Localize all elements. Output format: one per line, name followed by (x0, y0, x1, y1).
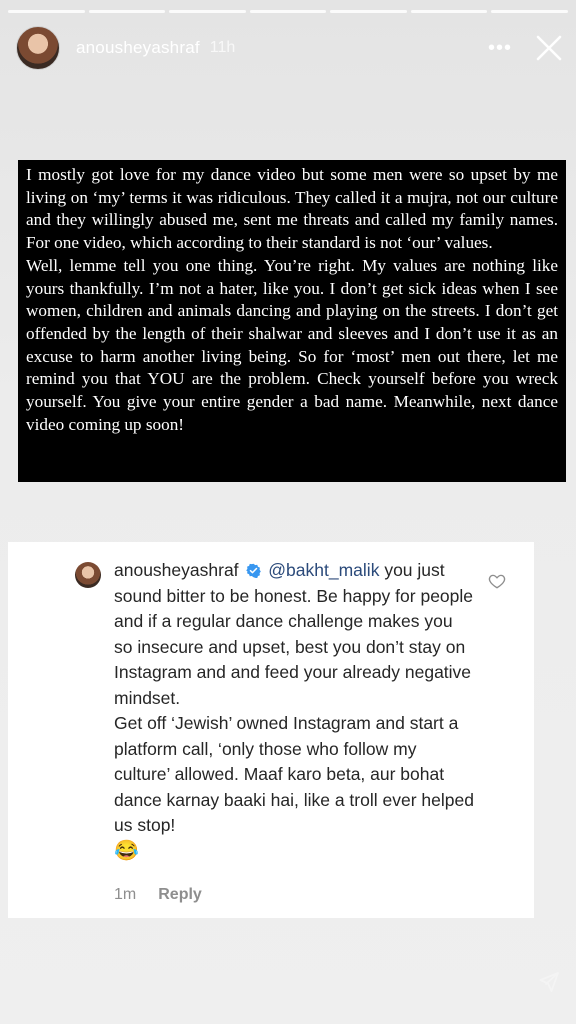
progress-segment (491, 10, 569, 13)
send-icon[interactable] (536, 970, 560, 994)
quote-paragraph: I mostly got love for my dance video but… (26, 165, 558, 253)
progress-segment (169, 10, 246, 13)
comment-username[interactable]: anousheyashraf (114, 560, 239, 580)
comment-mention[interactable]: @bakht_malik (268, 560, 379, 580)
comment-time: 1m (114, 886, 137, 903)
comment-text: you just sound bitter to be honest. Be h… (114, 560, 474, 708)
close-icon[interactable] (534, 33, 564, 63)
story-time: 11h (209, 39, 236, 56)
progress-segment (249, 10, 327, 13)
progress-segment (410, 10, 488, 13)
progress-segment (330, 10, 407, 13)
story-username[interactable]: anousheyashraf (76, 38, 200, 58)
avatar[interactable] (16, 26, 60, 70)
comment-text-continued: Get off ‘Jewish’ owned Instagram and sta… (114, 713, 474, 835)
more-icon[interactable]: ••• (488, 37, 512, 60)
heart-icon[interactable] (488, 572, 506, 590)
comment-meta: 1m Reply (114, 886, 202, 904)
story-progress-bar (8, 10, 569, 13)
comment-avatar[interactable] (75, 562, 101, 588)
comment-body: anousheyashraf @bakht_malik you just sou… (114, 558, 474, 864)
progress-segment (88, 10, 166, 13)
reply-button[interactable]: Reply (158, 886, 202, 904)
progress-segment (8, 10, 85, 13)
story-header: anousheyashraf 11h ••• (16, 26, 564, 70)
comment-screenshot: anousheyashraf @bakht_malik you just sou… (8, 542, 534, 918)
verified-badge-icon (246, 563, 262, 578)
quote-text-box: I mostly got love for my dance video but… (18, 160, 566, 482)
story-reply-bar (16, 962, 560, 1002)
laughing-emoji: 😂 (114, 839, 139, 862)
quote-paragraph: Well, lemme tell you one thing. You’re r… (26, 255, 558, 434)
